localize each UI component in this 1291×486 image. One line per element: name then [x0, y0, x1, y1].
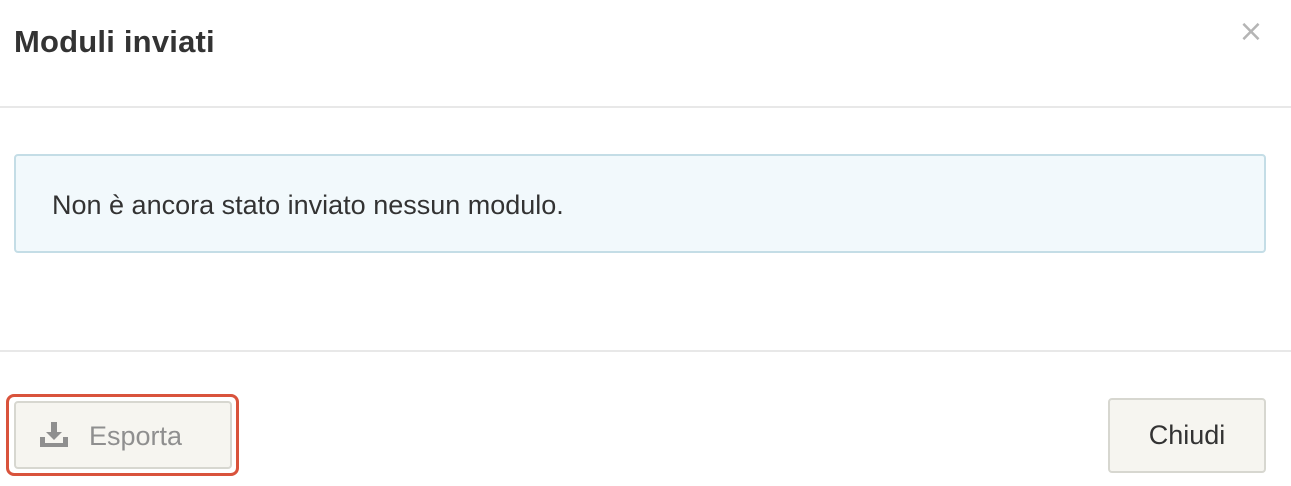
close-icon[interactable]: ×	[1236, 14, 1266, 50]
info-alert: Non è ancora stato inviato nessun modulo…	[14, 154, 1266, 253]
export-button[interactable]: Esporta	[14, 401, 232, 469]
dialog-footer: Esporta Chiudi	[0, 350, 1291, 486]
dialog-title: Moduli inviati	[14, 24, 215, 59]
close-button[interactable]: Chiudi	[1108, 398, 1266, 473]
download-icon	[40, 422, 68, 447]
dialog-header: Moduli inviati ×	[0, 0, 1291, 108]
export-button-label: Esporta	[89, 421, 183, 451]
alert-message: Non è ancora stato inviato nessun modulo…	[52, 190, 564, 220]
dialog-body: Non è ancora stato inviato nessun modulo…	[0, 108, 1291, 350]
submitted-forms-dialog: Moduli inviati × Non è ancora stato invi…	[0, 0, 1291, 486]
